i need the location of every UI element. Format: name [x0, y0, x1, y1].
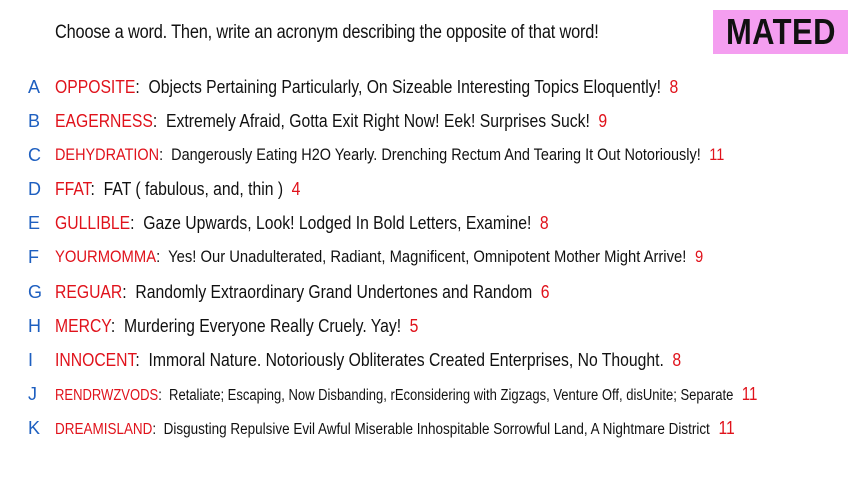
item-word: INNOCENT — [55, 349, 136, 370]
item-definition: Gaze Upwards, Look! Lodged In Bold Lette… — [143, 212, 532, 233]
item-word: FFAT — [55, 178, 91, 199]
item-word: RENDRWZVODS — [55, 387, 159, 404]
item-count: 11 — [741, 384, 758, 404]
item-letter: J — [28, 384, 37, 404]
item-line: MERCY: Murdering Everyone Really Cruely.… — [55, 315, 419, 336]
item-letter: D — [28, 179, 41, 199]
list-item: J RENDRWZVODS: Retaliate; Escaping, Now … — [0, 381, 853, 407]
item-count: 8 — [539, 212, 549, 233]
item-letter: A — [28, 77, 41, 97]
item-line: YOURMOMMA: Yes! Our Unadulterated, Radia… — [55, 247, 704, 266]
item-word: DEHYDRATION — [55, 145, 160, 164]
instruction-text: Choose a word. Then, write an acronym de… — [55, 22, 599, 43]
item-count: 5 — [409, 315, 419, 336]
list-item: I INNOCENT: Immoral Nature. Notoriously … — [0, 347, 853, 373]
item-letter: G — [28, 282, 43, 302]
item-count: 11 — [709, 145, 725, 164]
item-letter: E — [28, 213, 41, 233]
brand-text: MATED — [725, 11, 836, 52]
item-letter: B — [28, 111, 41, 131]
item-word: YOURMOMMA — [55, 247, 157, 266]
item-count: 9 — [695, 247, 704, 266]
item-line: EAGERNESS: Extremely Afraid, Gotta Exit … — [55, 110, 608, 131]
item-count: 8 — [669, 76, 679, 97]
item-count: 4 — [291, 178, 301, 199]
item-word: REGUAR — [55, 281, 123, 302]
item-word: OPPOSITE — [55, 76, 136, 97]
item-definition: FAT ( fabulous, and, thin ) — [103, 178, 284, 199]
item-line: INNOCENT: Immoral Nature. Notoriously Ob… — [55, 349, 682, 370]
item-definition: Retaliate; Escaping, Now Disbanding, rEc… — [169, 387, 734, 404]
item-count: 6 — [540, 281, 550, 302]
item-word: MERCY — [55, 315, 111, 336]
list-item: B EAGERNESS: Extremely Afraid, Gotta Exi… — [0, 108, 853, 134]
item-line: RENDRWZVODS: Retaliate; Escaping, Now Di… — [55, 384, 758, 404]
item-letter: H — [28, 316, 41, 336]
item-definition: Disgusting Repulsive Evil Awful Miserabl… — [163, 421, 710, 438]
item-letter: I — [28, 350, 34, 370]
item-definition: Extremely Afraid, Gotta Exit Right Now! … — [165, 110, 590, 131]
item-count: 8 — [672, 349, 682, 370]
item-line: OPPOSITE: Objects Pertaining Particularl… — [55, 76, 679, 97]
item-definition: Murdering Everyone Really Cruely. Yay! — [124, 315, 402, 336]
item-letter: K — [28, 418, 41, 438]
item-count: 11 — [718, 418, 735, 438]
list-item: G REGUAR: Randomly Extraordinary Grand U… — [0, 279, 853, 305]
item-definition: Objects Pertaining Particularly, On Size… — [148, 76, 661, 97]
list-item: C DEHYDRATION: Dangerously Eating H2O Ye… — [0, 142, 853, 168]
item-word: GULLIBLE — [55, 212, 131, 233]
list-item: F YOURMOMMA: Yes! Our Unadulterated, Rad… — [0, 244, 853, 270]
item-definition: Dangerously Eating H2O Yearly. Drenching… — [171, 145, 701, 164]
item-definition: Immoral Nature. Notoriously Obliterates … — [148, 349, 664, 370]
item-letter: F — [28, 247, 39, 267]
item-count: 9 — [598, 110, 608, 131]
list-item: D FFAT: FAT ( fabulous, and, thin ) 4 — [0, 176, 853, 202]
item-definition: Yes! Our Unadulterated, Radiant, Magnifi… — [168, 247, 687, 266]
brand-logo: MATED — [713, 10, 848, 54]
item-line: REGUAR: Randomly Extraordinary Grand Und… — [55, 281, 550, 302]
item-line: FFAT: FAT ( fabulous, and, thin ) 4 — [55, 178, 301, 199]
item-word: EAGERNESS — [55, 110, 153, 131]
item-line: GULLIBLE: Gaze Upwards, Look! Lodged In … — [55, 212, 549, 233]
list-item: A OPPOSITE: Objects Pertaining Particula… — [0, 74, 853, 100]
item-definition: Randomly Extraordinary Grand Undertones … — [135, 281, 533, 302]
item-line: DEHYDRATION: Dangerously Eating H2O Year… — [55, 145, 725, 164]
item-letter: C — [28, 145, 41, 165]
list-item: K DREAMISLAND: Disgusting Repulsive Evil… — [0, 415, 853, 441]
list-item: H MERCY: Murdering Everyone Really Cruel… — [0, 313, 853, 339]
item-word: DREAMISLAND — [55, 421, 153, 438]
list-item: E GULLIBLE: Gaze Upwards, Look! Lodged I… — [0, 210, 853, 236]
item-line: DREAMISLAND: Disgusting Repulsive Evil A… — [55, 418, 735, 438]
